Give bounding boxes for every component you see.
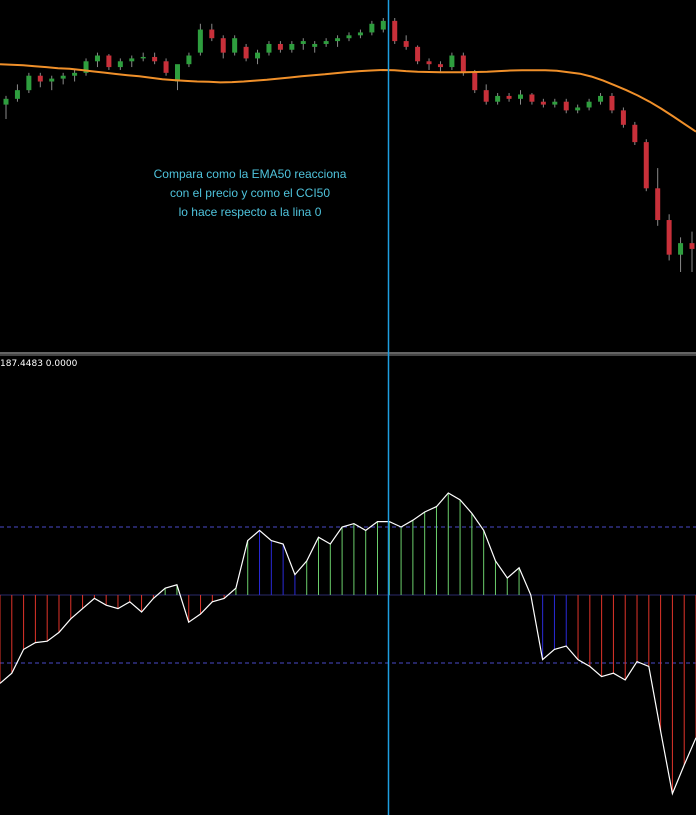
candle-body	[483, 90, 489, 102]
candle-body	[243, 46, 249, 59]
candle-body	[472, 72, 478, 91]
candlestick	[26, 72, 32, 94]
candle-body	[300, 41, 306, 44]
candlestick	[643, 139, 649, 192]
candle-body	[529, 94, 535, 102]
candle-body	[632, 124, 638, 143]
chart-background	[0, 0, 696, 815]
candle-body	[415, 46, 421, 62]
candle-body	[369, 23, 375, 33]
candle-body	[335, 38, 341, 42]
candle-body	[598, 95, 604, 102]
candlestick	[632, 121, 638, 145]
candle-body	[94, 55, 100, 62]
candle-body	[72, 72, 78, 76]
candle-body	[666, 220, 672, 255]
candle-body	[220, 38, 226, 53]
candle-body	[563, 101, 569, 111]
annotation-line-3: lo hace respecto a la lina 0	[178, 205, 322, 219]
annotation-line-1: Compara como la EMA50 reacciona	[153, 167, 347, 181]
candle-body	[232, 38, 238, 53]
candle-body	[346, 35, 352, 39]
candle-body	[392, 20, 398, 42]
candle-body	[129, 58, 135, 62]
candle-body	[37, 75, 43, 82]
candlestick	[392, 18, 398, 44]
candle-body	[518, 94, 523, 99]
candlestick	[620, 107, 626, 128]
candle-body	[403, 41, 409, 47]
candle-body	[49, 78, 55, 82]
candle-body	[540, 101, 546, 105]
candle-body	[655, 188, 661, 221]
candle-body	[460, 55, 466, 73]
candle-body	[609, 95, 615, 111]
candle-body	[620, 110, 626, 125]
candle-body	[678, 243, 684, 255]
candle-body	[266, 43, 272, 53]
candle-body	[506, 95, 512, 99]
candle-body	[552, 101, 558, 105]
candle-body	[3, 98, 9, 105]
chart-area	[0, 0, 696, 815]
candle-body	[175, 64, 180, 82]
candle-body	[140, 56, 146, 59]
candle-body	[14, 90, 20, 99]
candle-body	[357, 32, 363, 36]
candle-body	[575, 107, 581, 111]
candle-body	[449, 55, 455, 68]
candlestick	[666, 214, 672, 261]
candle-body	[209, 29, 215, 39]
candle-body	[60, 75, 66, 79]
candle-body	[689, 243, 695, 249]
candle-body	[380, 20, 386, 30]
candle-body	[586, 101, 592, 108]
candle-body	[106, 55, 112, 68]
indicator-value-readout: 187.4483 0.0000	[0, 359, 78, 369]
candle-body	[152, 56, 158, 62]
candle-body	[426, 61, 432, 65]
candle-body	[289, 43, 295, 50]
candle-body	[117, 61, 123, 68]
candle-body	[277, 43, 283, 50]
candlestick	[609, 93, 615, 114]
candle-body	[323, 41, 329, 44]
candlestick	[232, 35, 238, 56]
candle-body	[643, 142, 649, 189]
annotation-line-2: con el precio y como el CCI50	[169, 186, 331, 200]
candle-body	[495, 95, 501, 102]
candlestick	[472, 69, 478, 94]
candle-body	[255, 52, 261, 59]
candle-body	[186, 55, 192, 65]
candle-body	[26, 75, 32, 91]
candle-body	[312, 43, 318, 47]
candle-body	[163, 61, 169, 73]
candle-body	[437, 64, 443, 68]
candle-body	[197, 29, 203, 53]
